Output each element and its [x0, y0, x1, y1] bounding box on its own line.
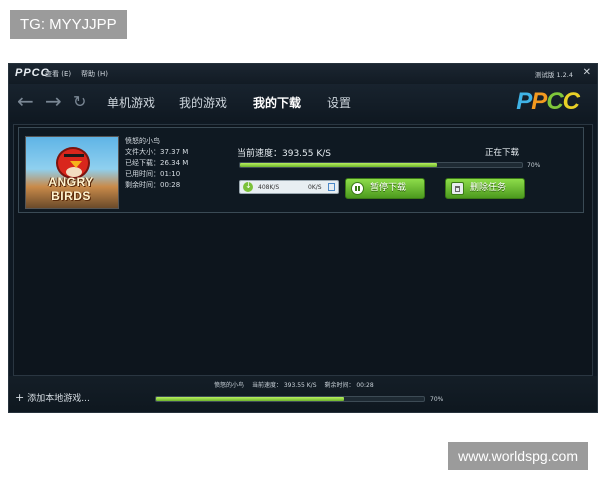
download-rate: 408K/S — [258, 184, 280, 191]
forward-arrow-icon[interactable]: → — [45, 89, 62, 113]
tab-single-games[interactable]: 单机游戏 — [107, 94, 155, 111]
download-status: 正在下载 — [485, 148, 520, 158]
back-arrow-icon[interactable]: ← — [17, 89, 34, 113]
delete-task-button[interactable]: 删除任务 — [445, 178, 525, 199]
game-logo-text: ANGRY BIRDS — [48, 175, 94, 203]
plus-icon: + — [15, 391, 25, 404]
pause-download-button[interactable]: 暂停下载 — [345, 178, 425, 199]
downloaded-label: 已经下载： — [125, 159, 160, 167]
footer-remaining: 剩余时间： 00:28 — [324, 382, 374, 389]
elapsed-value: 01:10 — [160, 170, 181, 178]
footer-progress-bar — [155, 396, 425, 402]
trash-icon — [451, 182, 464, 195]
tab-my-downloads[interactable]: 我的下载 — [253, 94, 301, 111]
download-progress-fill — [240, 163, 438, 167]
downloaded-value: 26.34 M — [160, 159, 189, 167]
tab-my-games[interactable]: 我的游戏 — [179, 94, 227, 111]
footer-status-text: 愤怒的小鸟 当前速度： 393.55 K/S 剩余时间： 00:28 — [214, 380, 380, 389]
download-list: ANGRY BIRDS 愤怒的小鸟 文件大小：37.37 M 已经下载：26.3… — [13, 124, 593, 376]
ppcc-brand-logo: PPCC — [516, 88, 580, 115]
remaining-label: 剩余时间： — [125, 181, 160, 189]
footer-speed: 当前速度： 393.55 K/S — [251, 382, 317, 389]
footer-progress-percent: 70% — [430, 396, 444, 403]
add-local-game-button[interactable]: + 添加本地游戏... — [15, 391, 90, 404]
upload-rate: 0K/S — [308, 184, 322, 191]
pause-icon — [351, 182, 364, 195]
title-bar: PPCC 查看 (E) 帮助 (H) 测试版 1.2.4 ✕ — [9, 64, 597, 84]
version-label: 测试版 1.2.4 — [534, 71, 573, 79]
elapsed-label: 已用时间： — [125, 170, 160, 178]
watermark-bottom-right: www.worldspg.com — [448, 442, 588, 470]
download-info: 愤怒的小鸟 文件大小：37.37 M 已经下载：26.34 M 已用时间：01:… — [125, 136, 188, 191]
file-size-value: 37.37 M — [160, 148, 189, 156]
download-rate-icon — [243, 181, 253, 192]
footer-game-name: 愤怒的小鸟 — [214, 382, 245, 389]
nav-bar: ← → ↻ 单机游戏 我的游戏 我的下载 设置 PPCC — [9, 84, 597, 122]
status-footer: + 添加本地游戏... 愤怒的小鸟 当前速度： 393.55 K/S 剩余时间： … — [9, 376, 597, 412]
tab-settings[interactable]: 设置 — [327, 94, 351, 111]
remaining-value: 00:28 — [160, 181, 181, 189]
menu-view[interactable]: 查看 (E) — [45, 69, 71, 79]
download-progress-percent: 70% — [527, 162, 541, 169]
game-thumbnail: ANGRY BIRDS — [25, 136, 119, 209]
download-progress-bar — [239, 162, 523, 168]
upload-rate-icon — [328, 183, 335, 191]
current-speed: 当前速度：393.55 K/S — [237, 149, 331, 159]
watermark-top-left: TG: MYYJJPP — [10, 10, 127, 39]
game-title: 愤怒的小鸟 — [125, 137, 160, 145]
refresh-icon[interactable]: ↻ — [73, 92, 86, 111]
transfer-rates: 408K/S 0K/S — [239, 180, 339, 194]
menu-help[interactable]: 帮助 (H) — [81, 69, 108, 79]
ppcc-window: PPCC 查看 (E) 帮助 (H) 测试版 1.2.4 ✕ ← → ↻ 单机游… — [8, 63, 598, 413]
file-size-label: 文件大小： — [125, 148, 160, 156]
footer-progress-fill — [156, 397, 344, 401]
close-icon[interactable]: ✕ — [583, 67, 591, 78]
download-item: ANGRY BIRDS 愤怒的小鸟 文件大小：37.37 M 已经下载：26.3… — [18, 127, 584, 213]
